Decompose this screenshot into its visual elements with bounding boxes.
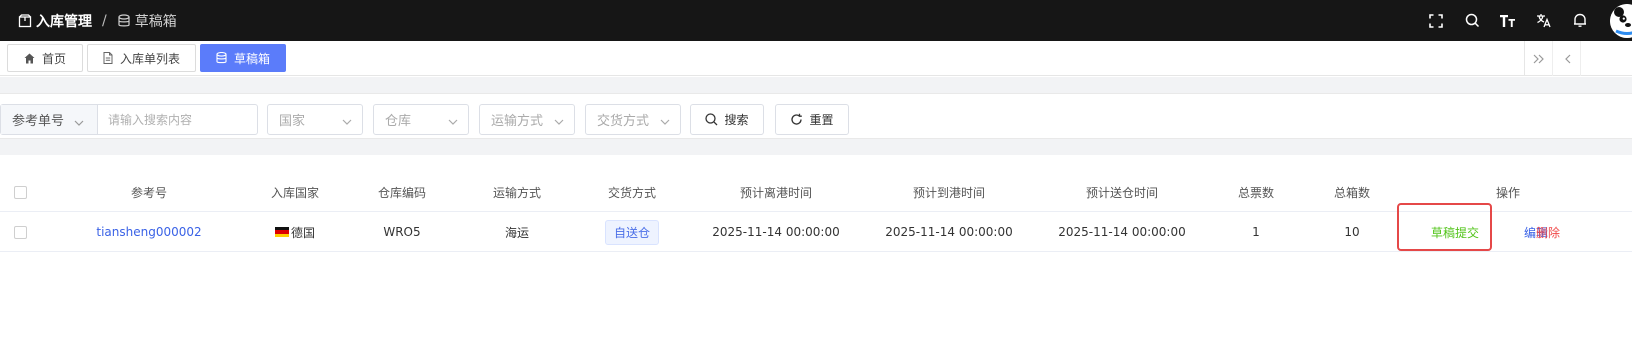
translate-icon[interactable] [1526, 0, 1562, 41]
document-icon [103, 52, 113, 64]
fullscreen-icon[interactable] [1418, 0, 1454, 41]
delivery-method-select[interactable]: 交货方式 [585, 104, 681, 135]
delivery-method-placeholder: 交货方式 [597, 114, 650, 129]
chevron-down-icon [660, 114, 670, 129]
warehouse-select[interactable]: 仓库 [373, 104, 469, 135]
warehouse-delivery-time-cell: 2025-11-14 00:00:00 [1058, 225, 1186, 239]
chevron-down-icon [342, 114, 352, 129]
country-name: 德国 [290, 225, 315, 240]
tab-label: 草稿箱 [233, 51, 270, 66]
font-size-icon[interactable] [1490, 0, 1526, 41]
tab-label: 首页 [41, 51, 66, 66]
shipping-cell: 海运 [504, 225, 529, 240]
country-select[interactable]: 国家 [267, 104, 363, 135]
shipping-method-select[interactable]: 运输方式 [479, 104, 575, 135]
spacer [0, 138, 1632, 155]
column-header: 预计到港时间 [912, 185, 985, 200]
tab-label: 入库单列表 [119, 51, 180, 66]
etd-cell: 2025-11-14 00:00:00 [712, 225, 840, 239]
reset-button[interactable]: 重置 [775, 104, 849, 135]
search-input[interactable]: 请输入搜索内容 [98, 111, 192, 128]
bell-icon[interactable] [1562, 0, 1598, 41]
boxes-cell: 10 [1344, 225, 1360, 239]
home-icon [24, 53, 35, 64]
tab-drafts[interactable]: 草稿箱 [200, 44, 286, 72]
tabs-bar: 首页 入库单列表 草稿箱 [0, 41, 1632, 76]
chevron-down-icon [74, 115, 84, 130]
select-all-checkbox[interactable] [13, 172, 27, 212]
germany-flag-icon [274, 227, 289, 237]
tab-menu-icon[interactable] [1553, 41, 1581, 76]
tab-home[interactable]: 首页 [7, 44, 83, 72]
row-checkbox[interactable] [13, 212, 27, 252]
table-row: tiansheng000002 德国 WRO5 海运 自送仓 2025-11-1… [0, 212, 1632, 252]
tabs-controls [1524, 41, 1632, 76]
column-header: 参考号 [130, 185, 167, 200]
double-chevron-right-icon[interactable] [1525, 41, 1553, 76]
column-header: 总箱数 [1333, 185, 1370, 200]
chevron-down-icon [448, 114, 458, 129]
search-icon [705, 113, 718, 126]
breadcrumb: 入库管理 / 草稿箱 [18, 11, 177, 31]
breadcrumb-separator: / [102, 12, 107, 29]
refresh-icon [790, 113, 803, 126]
breadcrumb-parent[interactable]: 入库管理 [36, 11, 92, 31]
reset-button-label: 重置 [809, 113, 834, 127]
table-header: 参考号 入库国家 仓库编码 运输方式 交货方式 预计离港时间 预计到港时间 预计… [0, 172, 1632, 212]
search-button[interactable]: 搜索 [690, 104, 764, 135]
shipping-method-placeholder: 运输方式 [491, 114, 544, 129]
delete-button[interactable]: 删除 [1533, 212, 1563, 252]
database-icon [117, 13, 131, 28]
country-placeholder: 国家 [279, 114, 306, 129]
database-icon [216, 52, 227, 64]
delivery-cell: 自送仓 [596, 212, 668, 252]
breadcrumb-current: 草稿箱 [134, 13, 177, 30]
header-actions [1418, 0, 1632, 41]
column-header: 运输方式 [492, 185, 541, 200]
highlight-box [1397, 203, 1492, 251]
country-cell: 德国 [259, 212, 331, 252]
column-header: 总票数 [1237, 185, 1274, 200]
reference-link[interactable]: tiansheng000002 [79, 212, 219, 252]
reference-type-value: 参考单号 [12, 114, 65, 129]
package-icon [18, 13, 32, 28]
top-bar: 入库管理 / 草稿箱 [0, 0, 1632, 41]
delivery-tag: 自送仓 [604, 219, 659, 245]
eta-cell: 2025-11-14 00:00:00 [885, 225, 1013, 239]
search-button-label: 搜索 [724, 113, 749, 127]
column-header: 预计离港时间 [739, 185, 812, 200]
column-header: 仓库编码 [377, 185, 426, 200]
spacer [0, 77, 1632, 94]
reference-type-select[interactable]: 参考单号 [1, 105, 98, 134]
column-header: 预计送仓时间 [1085, 185, 1158, 200]
column-header: 入库国家 [270, 185, 319, 200]
tab-inbound-list[interactable]: 入库单列表 [87, 44, 196, 72]
search-icon[interactable] [1454, 0, 1490, 41]
search-combo: 参考单号 请输入搜索内容 [0, 104, 258, 135]
avatar[interactable] [1610, 3, 1632, 38]
column-header: 交货方式 [607, 185, 656, 200]
tickets-cell: 1 [1252, 225, 1260, 239]
chevron-down-icon [554, 114, 564, 129]
warehouse-placeholder: 仓库 [385, 114, 412, 129]
warehouse-cell: WRO5 [383, 225, 421, 239]
